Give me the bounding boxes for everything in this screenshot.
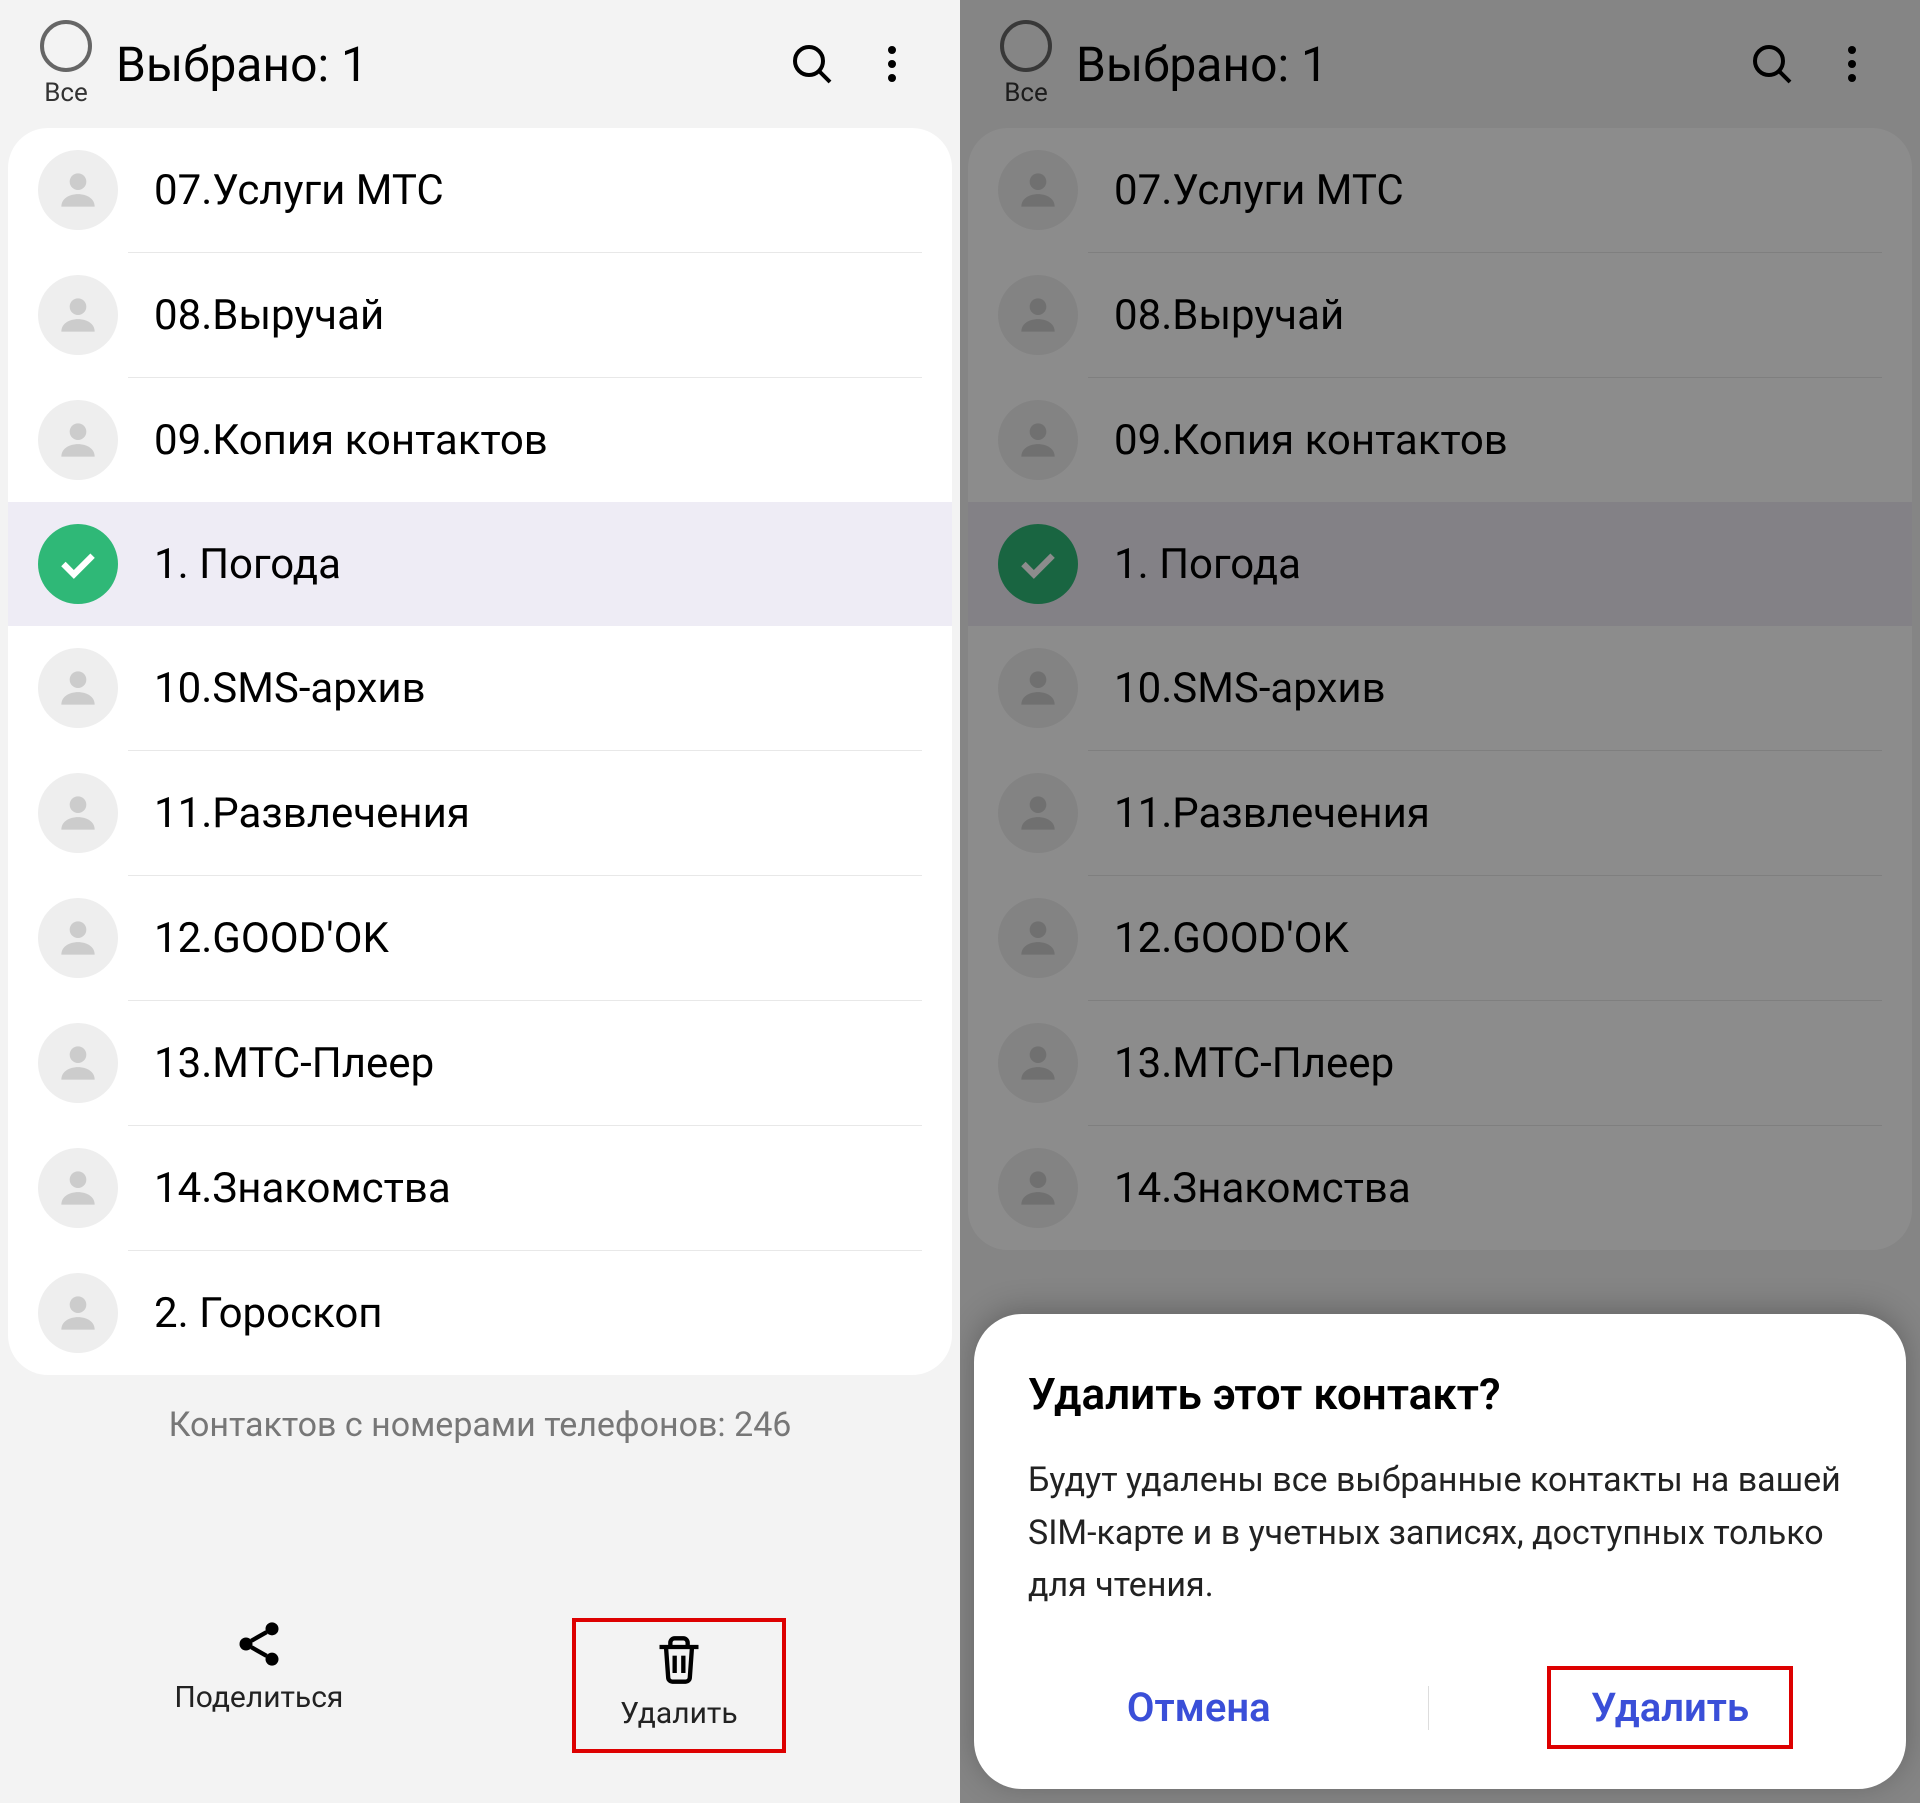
more-button[interactable]	[864, 36, 920, 92]
contact-row: 09.Копия контактов	[968, 378, 1912, 502]
divider	[1428, 1686, 1429, 1730]
select-all-label: Все	[1004, 78, 1048, 108]
contact-row-selected: 1. Погода	[968, 502, 1912, 626]
contact-name: 14.Знакомства	[1114, 1164, 1411, 1213]
contact-row[interactable]: 12.GOOD'OK	[8, 876, 952, 1000]
contact-name: 10.SMS-архив	[1114, 664, 1386, 713]
dialog-actions: Отмена Удалить	[1028, 1666, 1852, 1749]
contact-name: 14.Знакомства	[154, 1164, 451, 1213]
avatar-placeholder-icon	[998, 773, 1078, 853]
avatar-placeholder-icon	[38, 1148, 118, 1228]
contact-list: 07.Услуги МТС 08.Выручай 09.Копия контак…	[968, 128, 1912, 1250]
contact-name: 09.Копия контактов	[1114, 416, 1508, 465]
search-icon	[788, 40, 836, 88]
avatar-placeholder-icon	[998, 1148, 1078, 1228]
search-button[interactable]	[784, 36, 840, 92]
share-label: Поделиться	[174, 1680, 343, 1715]
avatar-placeholder-icon	[38, 1023, 118, 1103]
contact-row: 14.Знакомства	[968, 1126, 1912, 1250]
contact-name: 12.GOOD'OK	[154, 914, 389, 963]
contact-row[interactable]: 11.Развлечения	[8, 751, 952, 875]
header: Все Выбрано: 1	[960, 0, 1920, 118]
contact-row[interactable]: 2. Гороскоп	[8, 1251, 952, 1375]
footer-count: Контактов с номерами телефонов: 246	[0, 1375, 960, 1485]
contact-name: 09.Копия контактов	[154, 416, 548, 465]
avatar-placeholder-icon	[38, 773, 118, 853]
contact-row[interactable]: 08.Выручай	[8, 253, 952, 377]
screen-delete-dialog: Все Выбрано: 1 07.Услуги МТС 08.Выручай …	[960, 0, 1920, 1803]
check-icon	[998, 524, 1078, 604]
avatar-placeholder-icon	[38, 898, 118, 978]
avatar-placeholder-icon	[38, 1273, 118, 1353]
avatar-placeholder-icon	[998, 1023, 1078, 1103]
cancel-button[interactable]: Отмена	[1087, 1670, 1311, 1745]
contact-row[interactable]: 07.Услуги МТС	[8, 128, 952, 252]
delete-dialog: Удалить этот контакт? Будут удалены все …	[974, 1314, 1906, 1789]
select-all-toggle[interactable]: Все	[1000, 20, 1052, 108]
share-icon	[233, 1618, 285, 1670]
contact-name: 08.Выручай	[154, 291, 384, 340]
contact-row[interactable]: 09.Копия контактов	[8, 378, 952, 502]
screen-select-contacts: Все Выбрано: 1 07.Услуги МТС 08.Выручай …	[0, 0, 960, 1803]
search-button[interactable]	[1744, 36, 1800, 92]
header: Все Выбрано: 1	[0, 0, 960, 118]
contact-row: 08.Выручай	[968, 253, 1912, 377]
delete-button[interactable]: Удалить	[572, 1618, 785, 1753]
circle-icon	[1000, 20, 1052, 72]
page-title: Выбрано: 1	[1076, 36, 1720, 93]
contact-row[interactable]: 14.Знакомства	[8, 1126, 952, 1250]
confirm-delete-button[interactable]: Удалить	[1547, 1666, 1793, 1749]
page-title: Выбрано: 1	[116, 36, 760, 93]
share-button[interactable]: Поделиться	[174, 1618, 343, 1753]
contact-name: 13.МТС-Плеер	[154, 1039, 434, 1088]
more-vertical-icon	[1828, 40, 1876, 88]
bottom-bar: Поделиться Удалить	[0, 1588, 960, 1803]
avatar-placeholder-icon	[38, 400, 118, 480]
contact-row: 10.SMS-архив	[968, 626, 1912, 750]
select-all-label: Все	[44, 78, 88, 108]
contact-name: 11.Развлечения	[1114, 789, 1430, 838]
more-button[interactable]	[1824, 36, 1880, 92]
contact-list[interactable]: 07.Услуги МТС 08.Выручай 09.Копия контак…	[8, 128, 952, 1375]
avatar-placeholder-icon	[998, 400, 1078, 480]
avatar-placeholder-icon	[38, 275, 118, 355]
contact-row[interactable]: 10.SMS-архив	[8, 626, 952, 750]
search-icon	[1748, 40, 1796, 88]
contact-row: 11.Развлечения	[968, 751, 1912, 875]
contact-name: 13.МТС-Плеер	[1114, 1039, 1394, 1088]
more-vertical-icon	[868, 40, 916, 88]
contact-name: 1. Погода	[154, 540, 341, 589]
avatar-placeholder-icon	[998, 150, 1078, 230]
avatar-placeholder-icon	[998, 275, 1078, 355]
avatar-placeholder-icon	[998, 648, 1078, 728]
delete-label: Удалить	[620, 1696, 737, 1731]
contact-name: 07.Услуги МТС	[154, 166, 444, 215]
select-all-toggle[interactable]: Все	[40, 20, 92, 108]
circle-icon	[40, 20, 92, 72]
contact-row-selected[interactable]: 1. Погода	[8, 502, 952, 626]
contact-row: 13.МТС-Плеер	[968, 1001, 1912, 1125]
contact-name: 10.SMS-архив	[154, 664, 426, 713]
contact-name: 07.Услуги МТС	[1114, 166, 1404, 215]
dialog-title: Удалить этот контакт?	[1028, 1368, 1852, 1420]
avatar-placeholder-icon	[998, 898, 1078, 978]
contact-row: 07.Услуги МТС	[968, 128, 1912, 252]
contact-name: 12.GOOD'OK	[1114, 914, 1349, 963]
contact-name: 11.Развлечения	[154, 789, 470, 838]
contact-row[interactable]: 13.МТС-Плеер	[8, 1001, 952, 1125]
dialog-body: Будут удалены все выбранные контакты на …	[1028, 1454, 1852, 1612]
avatar-placeholder-icon	[38, 648, 118, 728]
contact-name: 08.Выручай	[1114, 291, 1344, 340]
check-icon	[38, 524, 118, 604]
contact-name: 1. Погода	[1114, 540, 1301, 589]
avatar-placeholder-icon	[38, 150, 118, 230]
contact-name: 2. Гороскоп	[154, 1289, 383, 1338]
trash-icon	[653, 1634, 705, 1686]
contact-row: 12.GOOD'OK	[968, 876, 1912, 1000]
